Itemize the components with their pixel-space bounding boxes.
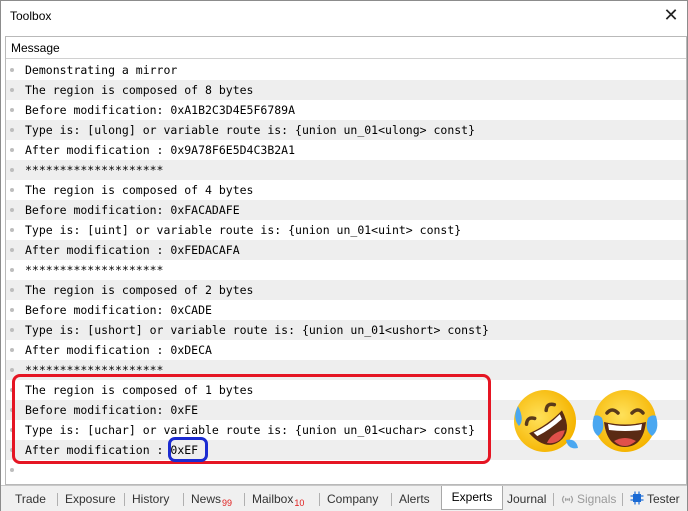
toolbox-window: Toolbox ✕ Message Demonstrating a mirror…	[0, 0, 688, 511]
log-message: The region is composed of 8 bytes	[25, 83, 254, 97]
log-row[interactable]: Type is: [ushort] or variable route is: …	[6, 320, 686, 340]
tab-label: Alerts	[399, 492, 430, 506]
tab-label: Company	[327, 492, 379, 506]
log-row[interactable]: After modification : 0x9A78F6E5D4C3B2A1	[6, 140, 686, 160]
log-message: Before modification: 0xFACADAFE	[25, 203, 240, 217]
log-row[interactable]: The region is composed of 8 bytes	[6, 80, 686, 100]
tab-alerts[interactable]: Alerts	[395, 490, 434, 508]
log-message: Type is: [ulong] or variable route is: {…	[25, 123, 476, 137]
log-bullet-icon	[10, 368, 14, 372]
tab-label: History	[132, 492, 170, 506]
tab-label: Signals	[577, 492, 617, 506]
log-message: After modification : 0xDECA	[25, 343, 212, 357]
window-title: Toolbox	[10, 9, 52, 23]
tab-separator	[622, 493, 623, 506]
message-column-header[interactable]: Message	[6, 37, 686, 59]
tab-tester[interactable]: Tester	[626, 490, 684, 508]
tab-label: Trade	[15, 492, 46, 506]
log-row[interactable]: Demonstrating a mirror	[6, 60, 686, 80]
tab-label: Mailbox	[252, 492, 294, 506]
log-bullet-icon	[10, 128, 14, 132]
log-message: ********************	[25, 263, 164, 277]
log-bullet-icon	[10, 468, 14, 472]
log-bullet-icon	[10, 348, 14, 352]
log-row[interactable]: Before modification: 0xFACADAFE	[6, 200, 686, 220]
tab-separator	[183, 493, 184, 506]
log-row[interactable]: After modification : 0xFEDACAFA	[6, 240, 686, 260]
log-bullet-icon	[10, 228, 14, 232]
tab-label: Tester	[647, 492, 680, 506]
log-message: After modification : 0xFEDACAFA	[25, 243, 240, 257]
log-bullet-icon	[10, 328, 14, 332]
log-bullet-icon	[10, 308, 14, 312]
face-with-tears-of-joy-emoji	[592, 390, 658, 452]
tab-company[interactable]: Company	[323, 490, 382, 508]
title-bar: Toolbox ✕	[1, 1, 687, 31]
log-message: ********************	[25, 163, 164, 177]
log-bullet-icon	[10, 88, 14, 92]
log-bullet-icon	[10, 208, 14, 212]
tab-label: Journal	[507, 492, 547, 506]
tab-trade[interactable]: Trade	[11, 490, 50, 508]
tab-separator	[244, 493, 245, 506]
red-highlight-box	[12, 374, 491, 464]
tab-separator	[553, 493, 554, 506]
tab-mailbox[interactable]: Mailbox10	[248, 490, 308, 508]
log-bullet-icon	[10, 268, 14, 272]
log-bullet-icon	[10, 68, 14, 72]
log-message: Type is: [uint] or variable route is: {u…	[25, 223, 462, 237]
tab-label: Experts	[451, 490, 493, 504]
log-message: The region is composed of 4 bytes	[25, 183, 254, 197]
log-message: Demonstrating a mirror	[25, 63, 178, 77]
log-message: The region is composed of 2 bytes	[25, 283, 254, 297]
tab-separator	[391, 493, 392, 506]
blue-highlight-box	[168, 437, 208, 462]
tab-separator	[57, 493, 58, 506]
tab-journal[interactable]: Journal	[503, 490, 550, 508]
log-row[interactable]: Type is: [uint] or variable route is: {u…	[6, 220, 686, 240]
tab-separator	[124, 493, 125, 506]
log-message: Type is: [ushort] or variable route is: …	[25, 323, 489, 337]
log-row[interactable]: After modification : 0xDECA	[6, 340, 686, 360]
tab-experts[interactable]: Experts	[441, 486, 503, 510]
log-row[interactable]: Before modification: 0xA1B2C3D4E5F6789A	[6, 100, 686, 120]
log-row[interactable]: ********************	[6, 260, 686, 280]
log-bullet-icon	[10, 108, 14, 112]
tab-label: News	[191, 492, 222, 506]
tab-separator	[319, 493, 320, 506]
chip-icon	[630, 491, 644, 510]
log-row[interactable]: Type is: [ulong] or variable route is: {…	[6, 120, 686, 140]
column-header-label: Message	[11, 41, 60, 55]
log-bullet-icon	[10, 288, 14, 292]
log-row[interactable]: The region is composed of 4 bytes	[6, 180, 686, 200]
rolling-on-floor-laughing-emoji	[514, 390, 578, 452]
log-row[interactable]: The region is composed of 2 bytes	[6, 280, 686, 300]
unread-count-badge: 99	[222, 498, 233, 508]
tab-history[interactable]: History	[128, 490, 173, 508]
log-row[interactable]: ********************	[6, 160, 686, 180]
unread-count-badge: 10	[294, 498, 305, 508]
bottom-tab-bar: Trade Exposure History News99 Mailbox10 Compa…	[1, 485, 687, 511]
log-message: Before modification: 0xCADE	[25, 303, 212, 317]
log-bullet-icon	[10, 188, 14, 192]
log-bullet-icon	[10, 168, 14, 172]
tab-news[interactable]: News99	[187, 490, 236, 508]
log-message: Before modification: 0xA1B2C3D4E5F6789A	[25, 103, 296, 117]
tab-label: Exposure	[65, 492, 116, 506]
log-bullet-icon	[10, 248, 14, 252]
log-message: After modification : 0x9A78F6E5D4C3B2A1	[25, 143, 296, 157]
tab-signals[interactable]: Signals	[557, 490, 620, 508]
tab-exposure[interactable]: Exposure	[61, 490, 120, 508]
signal-icon	[561, 492, 574, 510]
log-bullet-icon	[10, 148, 14, 152]
close-icon[interactable]: ✕	[661, 5, 681, 25]
log-row[interactable]: Before modification: 0xCADE	[6, 300, 686, 320]
